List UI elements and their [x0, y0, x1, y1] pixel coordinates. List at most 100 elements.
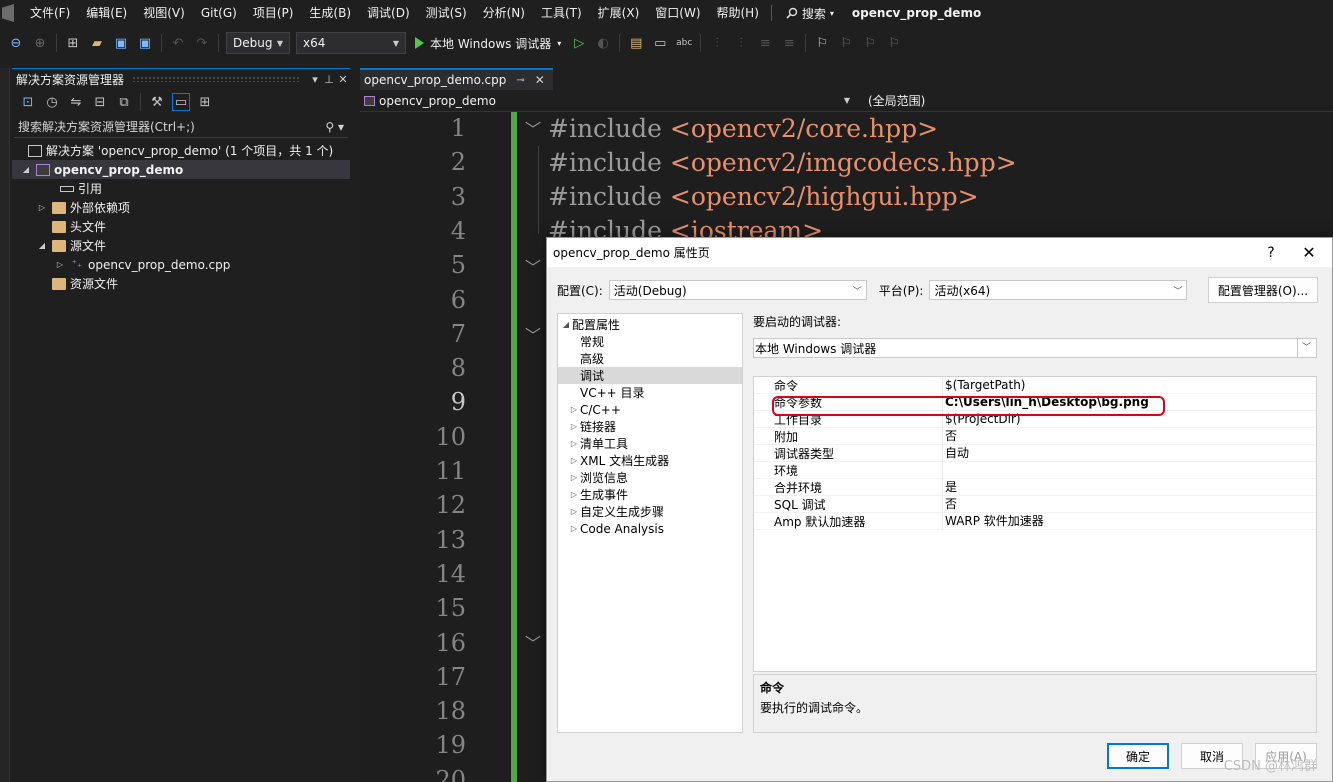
property-row[interactable]: Amp 默认加速器 WARP 软件加速器 [754, 512, 1316, 530]
menu-item[interactable]: 视图(V) [135, 0, 193, 26]
new-project-icon[interactable]: ⊞ [64, 34, 82, 52]
redo-icon[interactable]: ↷ [193, 34, 211, 52]
collapsed-arrow-icon[interactable]: ▷ [568, 439, 580, 448]
debugger-dropdown[interactable]: 本地 Windows 调试器 ﹀ [753, 338, 1317, 358]
property-row[interactable]: 工作目录 $(ProjectDir) [754, 410, 1316, 428]
help-button[interactable]: ? [1256, 245, 1286, 261]
start-debugging-button[interactable]: 本地 Windows 调试器 ▾ [409, 32, 567, 54]
uncomment-icon[interactable]: ≡ [780, 34, 798, 52]
collapsed-arrow-icon[interactable]: ▷ [568, 507, 580, 516]
tree-item-source-files[interactable]: ◢ 源文件 [12, 236, 350, 255]
collapse-all-icon[interactable]: ⊟ [91, 93, 109, 111]
toolbox-icon[interactable]: ▤ [627, 34, 645, 52]
close-icon[interactable]: ✕ [535, 73, 545, 87]
menu-item[interactable]: 扩展(X) [590, 0, 648, 26]
close-icon[interactable]: ✕ [336, 73, 350, 86]
property-row[interactable]: SQL 调试 否 [754, 495, 1316, 513]
property-value[interactable] [942, 461, 1316, 479]
switch-views-icon[interactable]: ⊡ [19, 93, 37, 111]
collapsed-arrow-icon[interactable]: ▷ [568, 405, 580, 414]
search-menu[interactable]: 搜索 ▾ [778, 5, 842, 22]
collapsed-arrow-icon[interactable]: ▷ [568, 456, 580, 465]
menu-item[interactable]: 帮助(H) [709, 0, 767, 26]
property-row[interactable]: 调试器类型 自动 [754, 444, 1316, 462]
property-tree-item[interactable]: 调试 [558, 367, 742, 384]
back-icon[interactable]: ⊖ [7, 34, 25, 52]
fold-icon[interactable]: ﹀ [525, 116, 541, 140]
property-tree-item[interactable]: ▷ 链接器 [558, 418, 742, 435]
save-icon[interactable]: ▣ [112, 34, 130, 52]
tree-item-external-deps[interactable]: ▷ 外部依赖项 [12, 198, 350, 217]
property-tree-item[interactable]: ◢ 配置属性 [558, 316, 742, 333]
menu-item[interactable]: 测试(S) [418, 0, 475, 26]
undo-icon[interactable]: ↶ [169, 34, 187, 52]
menu-item[interactable]: 文件(F) [22, 0, 78, 26]
hot-reload-icon[interactable]: ◐ [594, 34, 612, 52]
menu-item[interactable]: Git(G) [193, 0, 245, 26]
spellcheck-icon[interactable]: abc [675, 34, 693, 52]
property-value[interactable]: $(TargetPath) [942, 376, 1316, 394]
property-value[interactable]: 是 [942, 478, 1316, 496]
global-scope-dropdown[interactable]: (全局范围) [856, 92, 925, 109]
layout-icon[interactable]: ▭ [651, 34, 669, 52]
bookmark-icon[interactable]: ⚐ [813, 34, 831, 52]
tree-item-cpp-file[interactable]: ▷ ⁺₊ opencv_prop_demo.cpp [12, 255, 350, 274]
platform-dropdown[interactable]: x64 ▼ [296, 32, 406, 54]
pin-icon[interactable]: ⊥ [322, 73, 336, 86]
property-row[interactable]: 命令 $(TargetPath) [754, 376, 1316, 394]
collapsed-arrow-icon[interactable]: ▷ [568, 524, 580, 533]
config-dropdown[interactable]: 活动(Debug) ﹀ [608, 280, 867, 300]
collapsed-arrow-icon[interactable]: ▷ [36, 203, 48, 212]
prev-bookmark-icon[interactable]: ⚐ [837, 34, 855, 52]
ok-button[interactable]: 确定 [1107, 743, 1169, 769]
configuration-dropdown[interactable]: Debug ▼ [226, 32, 290, 54]
search-icon[interactable]: ⚲ ▾ [325, 120, 344, 134]
property-value[interactable]: 否 [942, 427, 1316, 445]
collapsed-arrow-icon[interactable]: ▷ [568, 473, 580, 482]
visual-studio-logo-icon[interactable] [2, 4, 14, 22]
window-position-icon[interactable]: ▾ [308, 73, 322, 86]
close-button[interactable]: ✕ [1286, 243, 1332, 262]
property-value[interactable]: WARP 软件加速器 [942, 512, 1316, 530]
menu-item[interactable]: 项目(P) [245, 0, 302, 26]
menu-item[interactable]: 窗口(W) [647, 0, 708, 26]
property-value[interactable]: C:\Users\lin_h\Desktop\bg.png [942, 393, 1316, 411]
tree-item-references[interactable]: 引用 [12, 179, 350, 198]
sync-icon[interactable]: ⇋ [67, 93, 85, 111]
drag-handle[interactable] [132, 76, 300, 82]
property-tree-item[interactable]: ▷ Code Analysis [558, 520, 742, 537]
dialog-titlebar[interactable]: opencv_prop_demo 属性页 ? ✕ [547, 238, 1332, 268]
tree-item-project[interactable]: ◢ opencv_prop_demo [12, 160, 350, 179]
property-tree-item[interactable]: ▷ 清单工具 [558, 435, 742, 452]
property-tree-item[interactable]: 高级 [558, 350, 742, 367]
tree-item-resource-files[interactable]: 资源文件 [12, 274, 350, 293]
comment-icon[interactable]: ≡ [756, 34, 774, 52]
indent-icon[interactable]: ⫶ [708, 34, 726, 52]
pending-changes-icon[interactable]: ◷ [43, 93, 61, 111]
open-folder-icon[interactable]: ▰ [88, 34, 106, 52]
chevron-down-icon[interactable]: ﹀ [1297, 339, 1315, 357]
property-value[interactable]: $(ProjectDir) [942, 410, 1316, 428]
property-tree-item[interactable]: VC++ 目录 [558, 384, 742, 401]
tree-item-solution[interactable]: 解决方案 'opencv_prop_demo' (1 个项目，共 1 个) [12, 141, 350, 160]
expanded-arrow-icon[interactable]: ◢ [20, 165, 32, 174]
property-value[interactable]: 自动 [942, 444, 1316, 462]
preview-icon[interactable]: ▭ [172, 93, 190, 111]
fold-icon[interactable]: ﹀ [525, 254, 541, 278]
property-row[interactable]: 附加 否 [754, 427, 1316, 445]
property-tree-item[interactable]: ▷ 自定义生成步骤 [558, 503, 742, 520]
class-view-icon[interactable]: ⊞ [196, 93, 214, 111]
property-tree-item[interactable]: ▷ XML 文档生成器 [558, 452, 742, 469]
property-tree-item[interactable]: ▷ 生成事件 [558, 486, 742, 503]
show-all-files-icon[interactable]: ⧉ [115, 93, 133, 111]
property-row[interactable]: 命令参数 C:\Users\lin_h\Desktop\bg.png [754, 393, 1316, 411]
pin-icon[interactable]: ⊸ [516, 75, 524, 86]
save-all-icon[interactable]: ▣ [136, 34, 154, 52]
editor-tab[interactable]: opencv_prop_demo.cpp ⊸ ✕ [360, 68, 553, 90]
collapsed-arrow-icon[interactable]: ▷ [54, 260, 66, 269]
tree-item-header-files[interactable]: 头文件 [12, 217, 350, 236]
property-value[interactable]: 否 [942, 495, 1316, 513]
fold-icon[interactable]: ﹀ [525, 322, 541, 346]
menu-item[interactable]: 生成(B) [301, 0, 359, 26]
clear-bookmarks-icon[interactable]: ⚐ [885, 34, 903, 52]
